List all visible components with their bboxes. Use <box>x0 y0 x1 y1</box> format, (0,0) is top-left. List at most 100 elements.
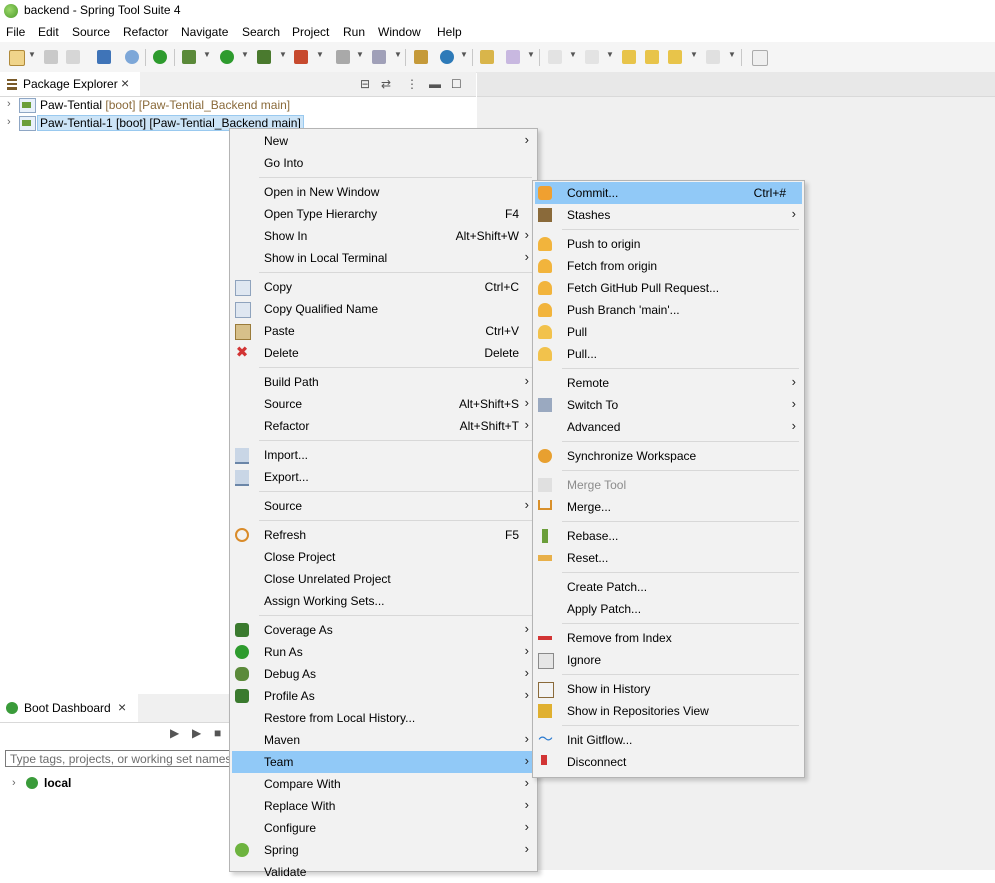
ctx-menu-item-open-type-hierarchy[interactable]: Open Type Hierarchy F4 <box>232 203 535 225</box>
save-all-icon[interactable] <box>66 50 80 64</box>
back-icon[interactable] <box>668 50 682 64</box>
back-dropdown-icon[interactable]: ▼ <box>690 50 698 59</box>
close-icon[interactable]: × <box>118 699 126 715</box>
expand-arrow-icon[interactable]: › <box>12 777 16 789</box>
prev-annotation-icon[interactable] <box>585 50 599 64</box>
tree-item-project[interactable]: › Paw-Tential [boot] [Paw-Tential_Backen… <box>0 96 476 114</box>
debug-icon[interactable] <box>182 50 196 64</box>
prev-annotation-dropdown-icon[interactable]: ▼ <box>606 50 614 59</box>
stop-icon[interactable] <box>336 50 350 64</box>
menu-search[interactable]: Search <box>242 25 280 39</box>
next-edit-icon[interactable] <box>645 50 659 64</box>
ctx-menu-item-show-in[interactable]: Show In Alt+Shift+W › <box>232 225 535 247</box>
ctx-menu-item-validate[interactable]: Validate <box>232 861 535 883</box>
team-menu-item-synchronize-workspace[interactable]: Synchronize Workspace <box>535 445 802 467</box>
forward-dropdown-icon[interactable]: ▼ <box>728 50 736 59</box>
debug-start-icon[interactable]: ▶ <box>192 726 201 740</box>
team-menu-item-remote[interactable]: Remote › <box>535 372 802 394</box>
team-menu-item-show-in-history[interactable]: Show in History <box>535 678 802 700</box>
ctx-menu-item-maven[interactable]: Maven › <box>232 729 535 751</box>
expand-arrow-icon[interactable]: › <box>7 116 11 128</box>
open-task-dropdown-icon[interactable]: ▼ <box>527 50 535 59</box>
ctx-menu-item-replace-with[interactable]: Replace With › <box>232 795 535 817</box>
collapse-all-icon[interactable]: ⊟ <box>360 77 370 91</box>
ctx-menu-item-debug-as[interactable]: Debug As › <box>232 663 535 685</box>
team-menu-item-init-gitflow[interactable]: 〜 Init Gitflow... <box>535 729 802 751</box>
team-menu-item-remove-from-index[interactable]: Remove from Index <box>535 627 802 649</box>
ctx-menu-item-copy[interactable]: Copy Ctrl+C <box>232 276 535 298</box>
team-menu-item-ignore[interactable]: Ignore <box>535 649 802 671</box>
ctx-menu-item-copy-qualified-name[interactable]: Copy Qualified Name <box>232 298 535 320</box>
menu-source[interactable]: Source <box>72 25 110 39</box>
ctx-menu-item-coverage-as[interactable]: Coverage As › <box>232 619 535 641</box>
team-menu-item-switch-to[interactable]: Switch To › <box>535 394 802 416</box>
menu-navigate[interactable]: Navigate <box>181 25 228 39</box>
ctx-menu-item-refactor[interactable]: Refactor Alt+Shift+T › <box>232 415 535 437</box>
minimize-icon[interactable]: ▬ <box>429 77 441 91</box>
ctx-menu-item-close-project[interactable]: Close Project <box>232 546 535 568</box>
close-icon[interactable]: × <box>121 75 129 91</box>
link-with-editor-icon[interactable]: ⇄ <box>381 77 391 91</box>
menu-help[interactable]: Help <box>437 25 462 39</box>
save-icon[interactable] <box>44 50 58 64</box>
team-menu-item-advanced[interactable]: Advanced › <box>535 416 802 438</box>
menu-run[interactable]: Run <box>343 25 365 39</box>
menu-project[interactable]: Project <box>292 25 329 39</box>
team-menu-item-fetch-from-origin[interactable]: Fetch from origin <box>535 255 802 277</box>
external-tools-dropdown-icon[interactable]: ▼ <box>316 50 324 59</box>
ctx-menu-item-configure[interactable]: Configure › <box>232 817 535 839</box>
ctx-menu-item-refresh[interactable]: Refresh F5 <box>232 524 535 546</box>
menu-window[interactable]: Window <box>378 25 421 39</box>
menu-edit[interactable]: Edit <box>38 25 59 39</box>
coverage-icon[interactable] <box>257 50 271 64</box>
new-class-icon[interactable] <box>440 50 454 64</box>
team-menu-item-pull[interactable]: Pull... <box>535 343 802 365</box>
team-menu-item-rebase[interactable]: Rebase... <box>535 525 802 547</box>
ctx-menu-item-source[interactable]: Source › <box>232 495 535 517</box>
stop-icon[interactable]: ■ <box>214 726 221 740</box>
stop-dropdown-icon[interactable]: ▼ <box>356 50 364 59</box>
search-icon[interactable] <box>125 50 139 64</box>
ctx-menu-item-close-unrelated-project[interactable]: Close Unrelated Project <box>232 568 535 590</box>
ctx-menu-item-profile-as[interactable]: Profile As › <box>232 685 535 707</box>
ctx-menu-item-compare-with[interactable]: Compare With › <box>232 773 535 795</box>
next-annotation-icon[interactable] <box>548 50 562 64</box>
external-tools-icon[interactable] <box>294 50 308 64</box>
ctx-menu-item-build-path[interactable]: Build Path › <box>232 371 535 393</box>
team-menu-item-push-branch-main[interactable]: Push Branch 'main'... <box>535 299 802 321</box>
new-icon[interactable] <box>9 50 25 66</box>
menu-refactor[interactable]: Refactor <box>123 25 168 39</box>
new-class-dropdown-icon[interactable]: ▼ <box>460 50 468 59</box>
ctx-menu-item-show-in-local-terminal[interactable]: Show in Local Terminal › <box>232 247 535 269</box>
filter-input[interactable]: Type tags, projects, or working set name… <box>5 750 230 767</box>
boot-dashboard-icon[interactable] <box>153 50 167 64</box>
team-menu-item-disconnect[interactable]: Disconnect <box>535 751 802 773</box>
disconnect-dropdown-icon[interactable]: ▼ <box>394 50 402 59</box>
team-menu-item-commit[interactable]: Commit... Ctrl+# <box>535 182 802 204</box>
team-menu-item-merge[interactable]: Merge... <box>535 496 802 518</box>
ctx-menu-item-team[interactable]: Team › <box>232 751 535 773</box>
forward-icon[interactable] <box>706 50 720 64</box>
ctx-menu-item-delete[interactable]: ✖ Delete Delete <box>232 342 535 364</box>
team-menu-item-reset[interactable]: Reset... <box>535 547 802 569</box>
ctx-menu-item-source[interactable]: Source Alt+Shift+S › <box>232 393 535 415</box>
ctx-menu-item-import[interactable]: Import... <box>232 444 535 466</box>
open-task-icon[interactable] <box>506 50 520 64</box>
expand-arrow-icon[interactable]: › <box>7 98 11 110</box>
disconnect-icon[interactable] <box>372 50 386 64</box>
team-menu-item-stashes[interactable]: Stashes › <box>535 204 802 226</box>
team-menu-item-create-patch[interactable]: Create Patch... <box>535 576 802 598</box>
debug-dropdown-icon[interactable]: ▼ <box>203 50 211 59</box>
run-dropdown-icon[interactable]: ▼ <box>241 50 249 59</box>
team-menu-item-push-to-origin[interactable]: Push to origin <box>535 233 802 255</box>
open-type-icon[interactable] <box>480 50 494 64</box>
team-menu-item-show-in-repositories-view[interactable]: Show in Repositories View <box>535 700 802 722</box>
ctx-menu-item-assign-working-sets[interactable]: Assign Working Sets... <box>232 590 535 612</box>
new-package-icon[interactable] <box>414 50 428 64</box>
coverage-dropdown-icon[interactable]: ▼ <box>279 50 287 59</box>
team-menu-item-fetch-github-pull-request[interactable]: Fetch GitHub Pull Request... <box>535 277 802 299</box>
next-annotation-dropdown-icon[interactable]: ▼ <box>569 50 577 59</box>
terminal-icon[interactable] <box>97 50 111 64</box>
maximize-icon[interactable]: ☐ <box>451 77 462 91</box>
ctx-menu-item-export[interactable]: Export... <box>232 466 535 488</box>
